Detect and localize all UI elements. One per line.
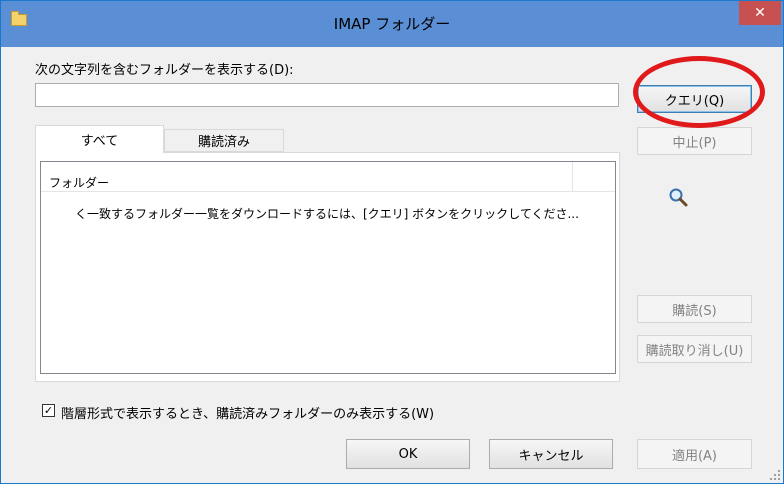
hierarchy-checkbox[interactable]: ✓ [42, 404, 55, 417]
stop-button[interactable]: 中止(P) [637, 127, 752, 155]
filter-label: 次の文字列を含むフォルダーを表示する(D): [35, 63, 294, 78]
apply-button[interactable]: 適用(A) [637, 439, 752, 469]
folder-filter-input[interactable] [35, 83, 619, 107]
resize-grip-icon[interactable] [769, 469, 781, 481]
title-bar[interactable]: IMAP フォルダー ✕ [1, 1, 783, 47]
cancel-button[interactable]: キャンセル [489, 439, 613, 469]
folder-list[interactable]: フォルダー く一致するフォルダー一覧をダウンロードするには、[クエリ] ボタンを… [40, 161, 616, 374]
tab-subscribed[interactable]: 購読済み [164, 129, 284, 152]
ok-button[interactable]: OK [346, 439, 470, 469]
close-button[interactable]: ✕ [739, 1, 781, 25]
unsubscribe-button[interactable]: 購読取り消し(U) [637, 335, 752, 363]
window-title: IMAP フォルダー [333, 15, 451, 33]
close-icon: ✕ [754, 5, 766, 21]
magnifier-icon [669, 188, 688, 207]
list-empty-message: く一致するフォルダー一覧をダウンロードするには、[クエリ] ボタンをクリックして… [75, 207, 579, 221]
subscribe-button[interactable]: 購読(S) [637, 295, 752, 323]
tab-all[interactable]: すべて [35, 125, 164, 153]
query-button[interactable]: クエリ(Q) [637, 85, 752, 113]
imap-folders-dialog: IMAP フォルダー ✕ 次の文字列を含むフォルダーを表示する(D): クエリ(… [0, 0, 784, 484]
list-header: フォルダー [41, 162, 615, 192]
hierarchy-checkbox-label[interactable]: 階層形式で表示するとき、購読済みフォルダーのみ表示する(W) [61, 403, 434, 422]
column-header-folder[interactable]: フォルダー [41, 162, 573, 192]
